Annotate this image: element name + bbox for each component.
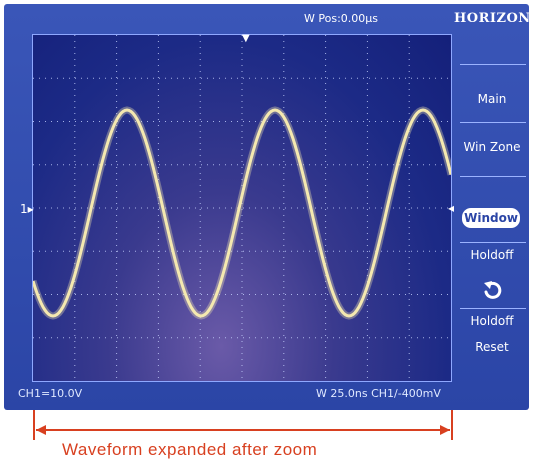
menu-divider (460, 64, 526, 65)
channel-ground-marker-icon: 1▸ (20, 202, 34, 216)
window-position-readout: W Pos:0.00μs (304, 12, 379, 25)
zoom-span-arrow (33, 410, 453, 440)
menu-item-holdoff-reset-line2[interactable]: Reset (456, 340, 528, 354)
menu-divider (460, 242, 526, 243)
ch1-scale-readout: CH1=10.0V (18, 387, 83, 400)
top-status-bar: W Pos:0.00μs HORIZON (4, 4, 531, 34)
menu-item-holdoff-reset-line1[interactable]: Holdoff (456, 314, 528, 328)
menu-divider (460, 308, 526, 309)
waveform-screen (32, 34, 452, 382)
menu-item-window[interactable]: Window (462, 208, 520, 228)
annotation-area: Waveform expanded after zoom (0, 410, 533, 470)
waveform-trace (33, 106, 451, 320)
menu-item-win-zone[interactable]: Win Zone (456, 140, 528, 154)
menu-divider (460, 122, 526, 123)
menu-title: HORIZON (454, 11, 531, 26)
timebase-trigger-readout: W 25.0ns CH1/-400mV (316, 387, 441, 400)
menu-item-holdoff[interactable]: Holdoff (456, 248, 528, 262)
waveform-glow (33, 106, 451, 320)
rotate-knob-icon[interactable] (480, 278, 504, 302)
bottom-status-bar: CH1=10.0V W 25.0ns CH1/-400mV (4, 382, 529, 408)
oscilloscope-display: W Pos:0.00μs HORIZON ▼ 1▸ ◂ Main Win Zon… (4, 4, 531, 410)
horizontal-side-menu: Main Win Zone Window Holdoff Holdoff Res… (456, 34, 528, 380)
annotation-caption: Waveform expanded after zoom (62, 440, 318, 459)
acquisition-status (14, 12, 124, 26)
trigger-level-marker-icon: ◂ (448, 201, 455, 215)
trigger-position-marker-icon: ▼ (242, 33, 250, 44)
menu-item-main[interactable]: Main (456, 92, 528, 106)
menu-divider (460, 176, 526, 177)
